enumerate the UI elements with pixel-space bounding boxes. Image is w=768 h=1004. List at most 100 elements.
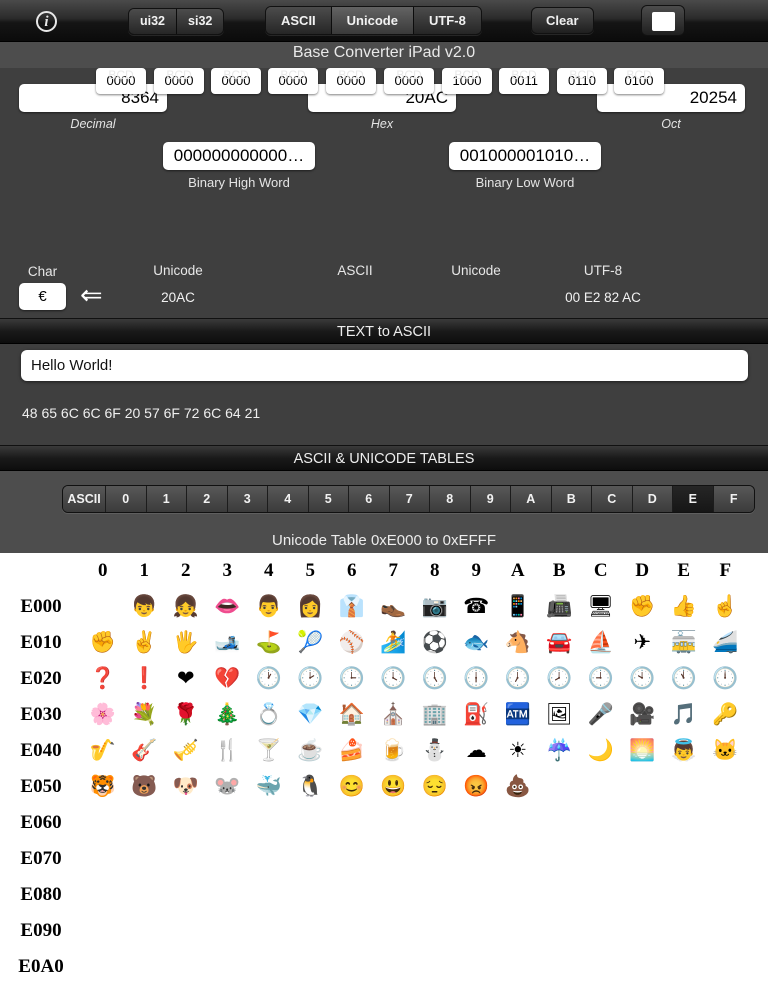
table-cell[interactable]: ⛪ xyxy=(373,697,415,733)
table-cell[interactable]: 📠 xyxy=(539,589,581,625)
table-cell[interactable]: 🚋 xyxy=(663,625,705,661)
table-cell[interactable]: 🔑 xyxy=(705,697,747,733)
hex-segment-a[interactable]: A xyxy=(511,486,552,512)
table-cell[interactable]: 🌙 xyxy=(580,733,622,769)
table-cell[interactable]: 🐧 xyxy=(290,769,332,805)
table-cell[interactable]: 😃 xyxy=(373,769,415,805)
hex-segment-4[interactable]: 4 xyxy=(268,486,309,512)
text-input[interactable]: Hello World! xyxy=(21,350,748,381)
table-cell[interactable]: 🕖 xyxy=(497,661,539,697)
table-cell[interactable]: 🕘 xyxy=(580,661,622,697)
hex-segment-0[interactable]: 0 xyxy=(106,486,147,512)
info-icon[interactable]: i xyxy=(36,11,57,32)
table-cell[interactable]: 🕙 xyxy=(622,661,664,697)
table-cell[interactable]: 🍰 xyxy=(331,733,373,769)
table-cell[interactable]: ✊ xyxy=(622,589,664,625)
table-cell[interactable]: 😊 xyxy=(331,769,373,805)
binary-low-word-field[interactable]: 001000001010… xyxy=(449,142,601,170)
segment-si32[interactable]: si32 xyxy=(177,9,224,34)
table-cell[interactable]: 🌸 xyxy=(82,697,124,733)
table-cell[interactable]: ⛽ xyxy=(456,697,498,733)
table-cell[interactable]: 🎄 xyxy=(207,697,249,733)
table-cell[interactable]: 🕓 xyxy=(373,661,415,697)
hex-segment-d[interactable]: D xyxy=(632,486,673,512)
table-cell[interactable]: ☀ xyxy=(497,733,539,769)
table-cell[interactable]: 👍 xyxy=(663,589,705,625)
table-cell[interactable]: 🖼 xyxy=(539,697,581,733)
table-cell[interactable]: 🐶 xyxy=(165,769,207,805)
hex-segment-9[interactable]: 9 xyxy=(470,486,511,512)
table-cell[interactable]: 🕗 xyxy=(539,661,581,697)
table-cell[interactable]: 🌅 xyxy=(622,733,664,769)
table-cell[interactable]: 💩 xyxy=(497,769,539,805)
segment-ascii[interactable]: ASCII xyxy=(266,7,332,34)
table-cell[interactable]: 🐳 xyxy=(248,769,290,805)
table-cell[interactable]: 💎 xyxy=(290,697,332,733)
table-cell[interactable]: 🍺 xyxy=(373,733,415,769)
table-cell[interactable]: 🏄 xyxy=(373,625,415,661)
table-cell[interactable]: 🏢 xyxy=(414,697,456,733)
hex-segment-7[interactable]: 7 xyxy=(389,486,430,512)
table-cell[interactable]: 👨 xyxy=(248,589,290,625)
table-cell[interactable]: 🎺 xyxy=(165,733,207,769)
table-cell[interactable]: 🕛 xyxy=(705,661,747,697)
unicode-table[interactable]: 0 1 2 3 4 5 6 7 8 9 A B C D E F E000 👦 👧 👄 👨 👩 👔 👞 📷 ☎ 📱 📠 🖥 ✊ 👍 ☝ E010 ✊… xyxy=(0,553,768,1004)
table-cell[interactable]: 👼 xyxy=(663,733,705,769)
table-cell[interactable]: 🏧 xyxy=(497,697,539,733)
table-cell[interactable]: 👧 xyxy=(165,589,207,625)
table-cell[interactable]: ✊ xyxy=(82,625,124,661)
table-cell[interactable]: 🐴 xyxy=(497,625,539,661)
table-cell[interactable]: 🍸 xyxy=(248,733,290,769)
table-cell[interactable]: 🚘 xyxy=(539,625,581,661)
hex-segment-b[interactable]: B xyxy=(551,486,592,512)
table-cell[interactable]: 🎥 xyxy=(622,697,664,733)
table-cell[interactable]: ⛄ xyxy=(414,733,456,769)
table-cell[interactable]: 🏠 xyxy=(331,697,373,733)
table-cell[interactable]: 😡 xyxy=(456,769,498,805)
table-cell[interactable]: ⛵ xyxy=(580,625,622,661)
table-cell[interactable]: 🐭 xyxy=(207,769,249,805)
table-cell[interactable]: 🖥 xyxy=(580,589,622,625)
hex-segment-1[interactable]: 1 xyxy=(146,486,187,512)
table-cell[interactable]: 👞 xyxy=(373,589,415,625)
char-field[interactable]: € xyxy=(19,283,66,310)
hex-segment-6[interactable]: 6 xyxy=(349,486,390,512)
table-cell[interactable]: 🐯 xyxy=(82,769,124,805)
table-cell[interactable]: 🕚 xyxy=(663,661,705,697)
hex-segment-5[interactable]: 5 xyxy=(308,486,349,512)
table-cell[interactable]: ❤ xyxy=(165,661,207,697)
table-cell[interactable]: 👦 xyxy=(124,589,166,625)
table-cell[interactable]: 👩 xyxy=(290,589,332,625)
table-cell[interactable]: 🎸 xyxy=(124,733,166,769)
table-cell[interactable]: 🖐 xyxy=(165,625,207,661)
table-cell[interactable]: 🎾 xyxy=(290,625,332,661)
table-cell[interactable]: 🕕 xyxy=(456,661,498,697)
table-cell[interactable]: 📷 xyxy=(414,589,456,625)
table-cell[interactable]: 🍴 xyxy=(207,733,249,769)
table-cell[interactable]: 🌹 xyxy=(165,697,207,733)
table-cell[interactable]: 🐟 xyxy=(456,625,498,661)
table-cell[interactable]: 🎷 xyxy=(82,733,124,769)
table-cell[interactable]: ⛳ xyxy=(248,625,290,661)
table-cell[interactable]: ☕ xyxy=(290,733,332,769)
table-cell[interactable]: ⚽ xyxy=(414,625,456,661)
table-cell[interactable]: 🕔 xyxy=(414,661,456,697)
table-cell[interactable]: 🕐 xyxy=(248,661,290,697)
segment-utf8[interactable]: UTF-8 xyxy=(413,7,481,34)
share-button[interactable] xyxy=(641,5,685,36)
table-cell[interactable]: 🐻 xyxy=(124,769,166,805)
hex-segment-c[interactable]: C xyxy=(592,486,633,512)
table-cell[interactable]: 🚄 xyxy=(705,625,747,661)
segment-ui32[interactable]: ui32 xyxy=(129,9,178,34)
hex-segment-f[interactable]: F xyxy=(713,486,754,512)
binary-high-word-field[interactable]: 000000000000… xyxy=(163,142,315,170)
table-cell[interactable]: 🎵 xyxy=(663,697,705,733)
table-cell[interactable]: ❓ xyxy=(82,661,124,697)
table-cell[interactable]: 🕒 xyxy=(331,661,373,697)
table-cell[interactable]: ☝ xyxy=(705,589,747,625)
table-cell[interactable]: 🎤 xyxy=(580,697,622,733)
table-cell[interactable]: 🎿 xyxy=(207,625,249,661)
clear-button[interactable]: Clear xyxy=(531,7,594,34)
table-cell[interactable]: 😔 xyxy=(414,769,456,805)
table-cell[interactable]: ✈ xyxy=(622,625,664,661)
